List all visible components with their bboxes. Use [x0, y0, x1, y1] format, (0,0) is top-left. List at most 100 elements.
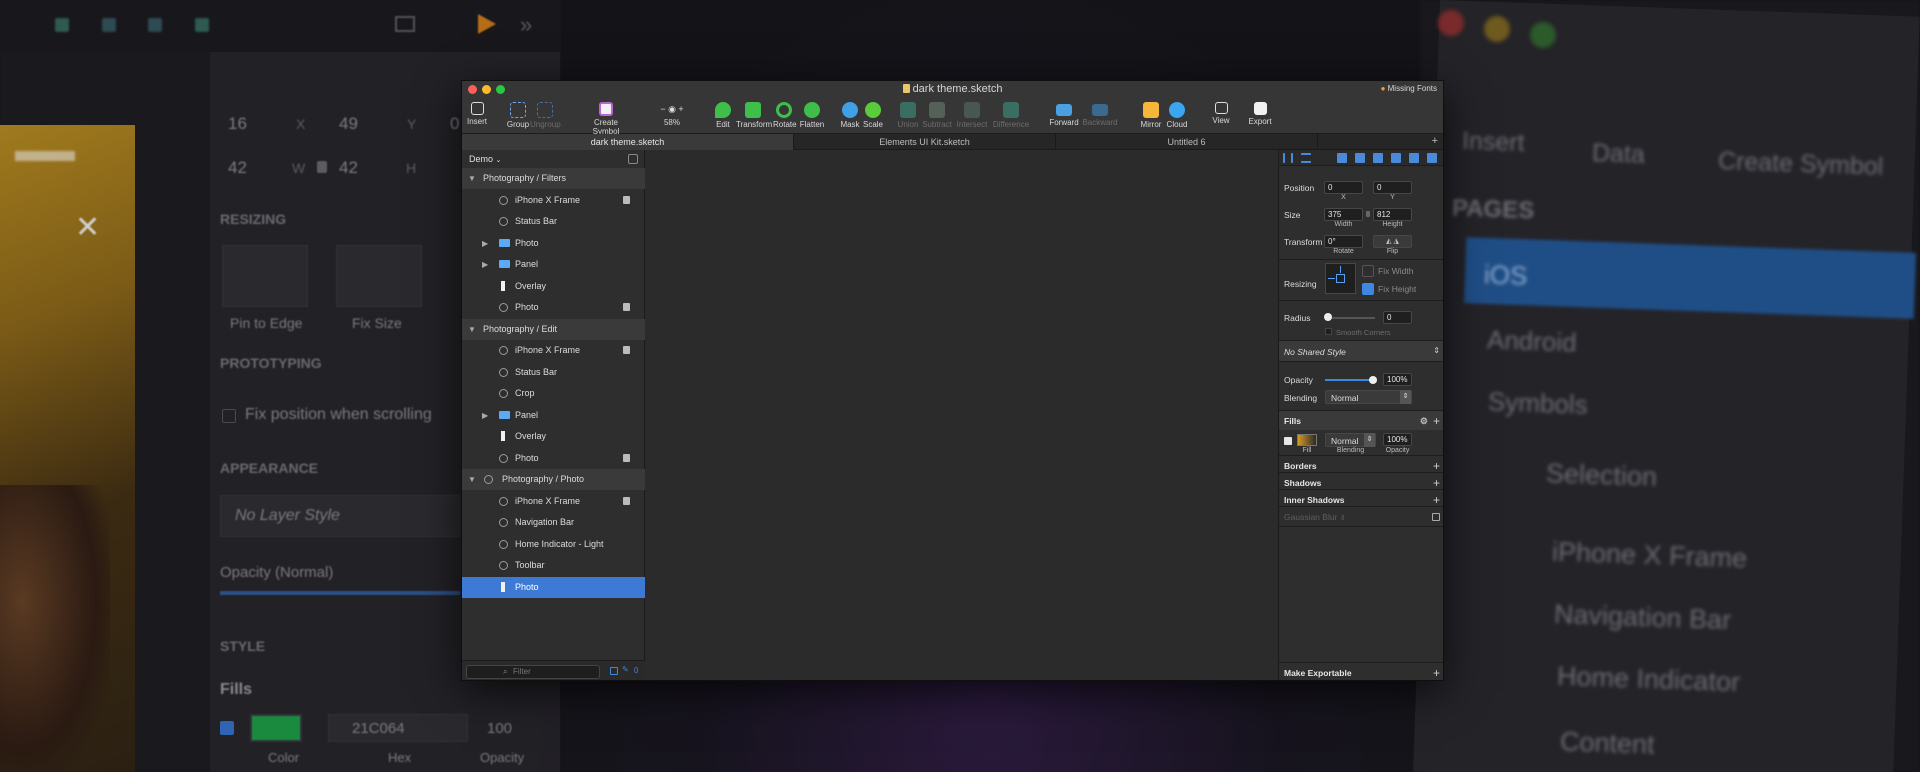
lock-icon[interactable] — [623, 195, 630, 204]
opacity-field[interactable]: 100% — [1383, 373, 1412, 386]
ungroup-button[interactable]: Ungroup — [530, 98, 561, 134]
fill-swatch[interactable] — [1297, 434, 1317, 446]
position-x-field[interactable]: 0 — [1324, 181, 1363, 194]
filter-options-icon[interactable] — [610, 667, 618, 675]
lock-icon[interactable] — [623, 496, 630, 505]
align-bottom-icon[interactable] — [1427, 153, 1437, 163]
disclosure-triangle-icon[interactable]: ▶ — [482, 254, 488, 275]
rotate-field[interactable]: 0° — [1324, 235, 1363, 248]
position-y-field[interactable]: 0 — [1373, 181, 1412, 194]
scale-button[interactable]: Scale — [862, 98, 884, 134]
disclosure-triangle-icon[interactable]: ▶ — [482, 405, 488, 426]
layer-row[interactable]: Overlay — [462, 276, 645, 297]
lock-icon[interactable] — [623, 346, 630, 354]
width-field[interactable]: 375 — [1324, 208, 1363, 221]
edit-button[interactable]: Edit — [714, 98, 732, 134]
distribute-v-icon[interactable] — [1301, 153, 1311, 163]
zoom-control[interactable]: − ◉ + 58% — [652, 98, 692, 134]
difference-button[interactable]: Difference — [991, 98, 1031, 134]
layer-row[interactable]: Status Bar — [462, 362, 645, 383]
layer-row[interactable]: Status Bar — [462, 211, 645, 232]
missing-fonts-warning[interactable]: ● Missing Fonts — [1381, 84, 1437, 93]
align-right-icon[interactable] — [1373, 153, 1383, 163]
height-field[interactable]: 812 — [1373, 208, 1412, 221]
layer-row[interactable]: Photo — [462, 448, 645, 469]
layer-row[interactable]: ▶ Panel — [462, 254, 645, 275]
layer-row[interactable]: Overlay — [462, 426, 645, 447]
create-symbol-button[interactable]: Create Symbol — [580, 98, 632, 136]
radius-slider[interactable] — [1327, 317, 1375, 319]
opacity-slider-knob[interactable] — [1369, 376, 1377, 384]
lock-icon[interactable] — [623, 453, 630, 462]
layer-row[interactable]: iPhone X Frame — [462, 190, 645, 211]
align-top-icon[interactable] — [1391, 153, 1401, 163]
layer-row[interactable]: iPhone X Frame — [462, 340, 645, 361]
fix-width-checkbox[interactable] — [1362, 265, 1374, 277]
opacity-slider[interactable] — [1325, 379, 1373, 381]
union-button[interactable]: Union — [897, 98, 919, 134]
mirror-button[interactable]: Mirror — [1139, 98, 1163, 134]
fill-opacity-field[interactable]: 100% — [1383, 433, 1412, 446]
mask-button[interactable]: Mask — [839, 98, 861, 134]
layer-row[interactable]: Home Indicator - Light — [462, 534, 645, 555]
rotate-button[interactable]: Rotate — [773, 98, 797, 134]
align-center-h-icon[interactable] — [1355, 153, 1365, 163]
layer-row[interactable]: iPhone X Frame — [462, 491, 645, 512]
align-left-icon[interactable] — [1337, 153, 1347, 163]
disclosure-triangle-icon[interactable]: ▼ — [468, 168, 476, 189]
make-exportable-header[interactable]: Make Exportable + — [1279, 662, 1443, 680]
fills-settings-icon[interactable]: ⚙ — [1420, 411, 1428, 431]
layer-row[interactable]: Navigation Bar — [462, 512, 645, 533]
layer-group-row[interactable]: ▼ Photography / Filters — [462, 168, 645, 189]
intersect-button[interactable]: Intersect — [956, 98, 988, 134]
new-tab-icon[interactable]: + — [1432, 135, 1438, 147]
filter-input[interactable]: ⌕ Filter — [466, 665, 600, 679]
fill-blend-select[interactable]: Normal ⇕ — [1325, 433, 1376, 447]
layer-row[interactable]: ▶ Panel — [462, 405, 645, 426]
transform-button[interactable]: Transform — [736, 98, 772, 134]
flatten-button[interactable]: Flatten — [798, 98, 826, 134]
distribute-h-icon[interactable] — [1283, 153, 1293, 163]
tab-untitled-6[interactable]: Untitled 6 — [1056, 134, 1318, 150]
group-button[interactable]: Group — [506, 98, 530, 134]
ratio-lock-icon[interactable] — [1366, 211, 1370, 217]
smooth-corners-checkbox[interactable] — [1325, 328, 1332, 335]
resizing-widget[interactable] — [1325, 263, 1356, 294]
toggle-pages-icon[interactable] — [628, 154, 638, 164]
view-button[interactable]: View — [1210, 98, 1232, 134]
subtract-button[interactable]: Subtract — [921, 98, 953, 134]
layer-row[interactable]: Crop — [462, 383, 645, 404]
canvas[interactable] — [645, 150, 1278, 680]
lock-icon[interactable] — [623, 303, 630, 311]
insert-button[interactable]: Insert — [466, 98, 488, 134]
fill-enabled-checkbox[interactable] — [1284, 437, 1292, 445]
forward-button[interactable]: Forward — [1049, 98, 1079, 134]
layer-group-row[interactable]: ▼ Photography / Edit — [462, 318, 645, 340]
radius-field[interactable]: 0 — [1383, 311, 1412, 324]
layer-row[interactable]: Photo — [462, 576, 645, 598]
blending-select[interactable]: Normal ⇕ — [1325, 390, 1412, 404]
tab-elements-ui-kit[interactable]: Elements UI Kit.sketch — [794, 134, 1056, 150]
gaussian-blur-select[interactable]: Gaussian Blur ⇕ — [1284, 512, 1346, 522]
layer-row[interactable]: Photo — [462, 297, 645, 318]
layer-group-row[interactable]: ▼ Photography / Photo — [462, 469, 645, 490]
disclosure-triangle-icon[interactable]: ▼ — [468, 319, 476, 340]
blur-enabled-checkbox[interactable] — [1432, 513, 1440, 521]
layer-row[interactable]: Toolbar — [462, 555, 645, 576]
cloud-button[interactable]: Cloud — [1166, 98, 1188, 134]
tab-dark-theme[interactable]: dark theme.sketch — [462, 134, 794, 150]
layer-row[interactable]: ▶ Photo — [462, 233, 645, 254]
disclosure-triangle-icon[interactable]: ▼ — [468, 469, 476, 490]
shared-style-select[interactable]: No Shared Style ⇕ — [1279, 340, 1443, 362]
export-button[interactable]: Export — [1247, 98, 1273, 134]
add-fill-icon[interactable]: + — [1433, 411, 1440, 431]
add-export-icon[interactable]: + — [1433, 663, 1440, 680]
radius-slider-knob[interactable] — [1324, 313, 1332, 321]
flip-buttons[interactable]: ◭ ◮ — [1373, 235, 1412, 248]
backward-button[interactable]: Backward — [1081, 98, 1119, 134]
page-selector[interactable]: Demo ⌄ — [469, 154, 501, 164]
align-middle-icon[interactable] — [1409, 153, 1419, 163]
disclosure-triangle-icon[interactable]: ▶ — [482, 233, 488, 254]
fix-height-checkbox[interactable] — [1362, 283, 1374, 295]
filter-edit-icon[interactable]: ✎ — [622, 665, 629, 674]
